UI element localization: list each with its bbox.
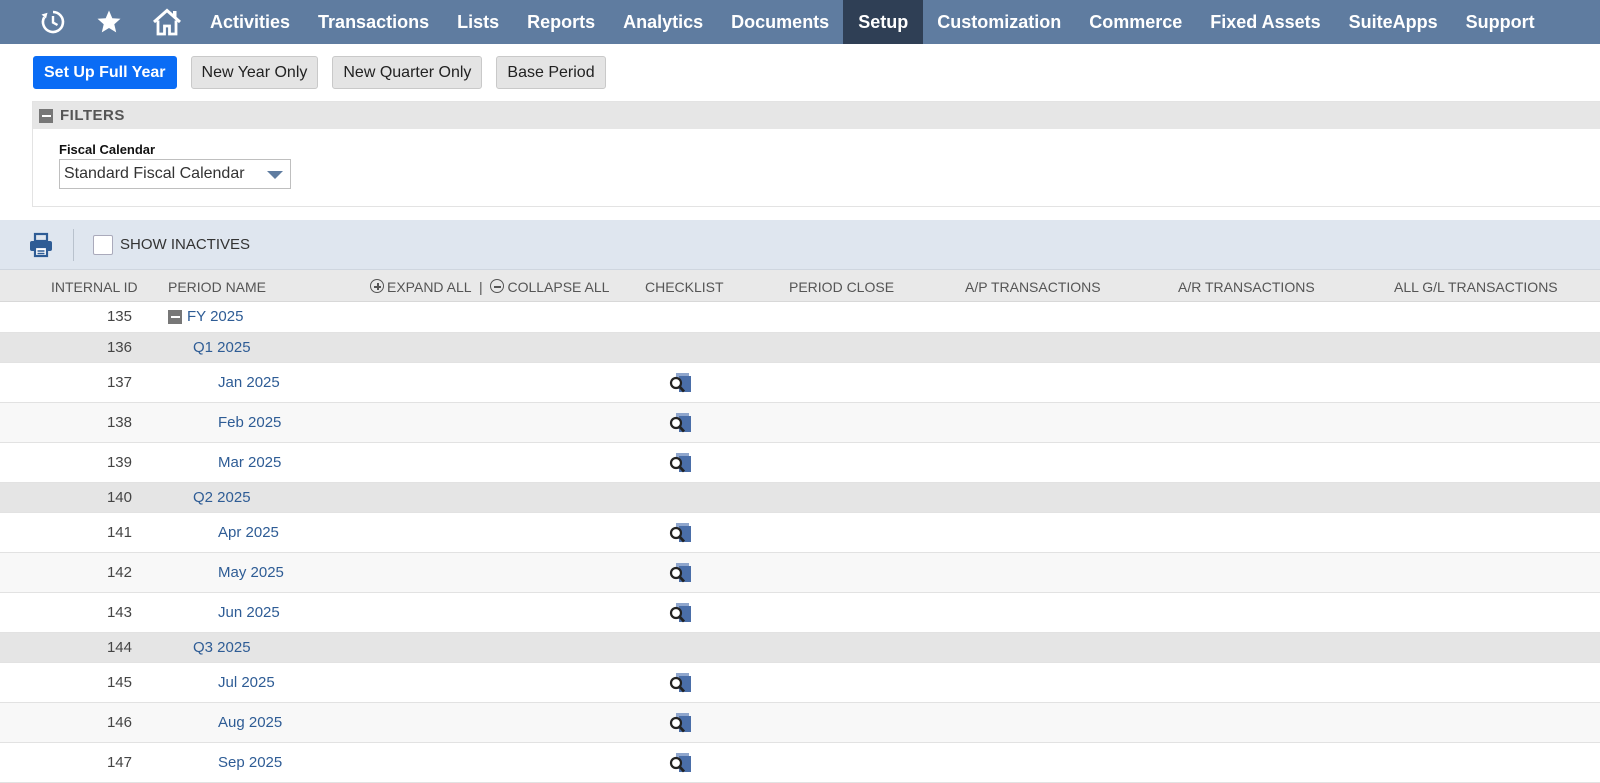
- checklist-icon[interactable]: [668, 602, 692, 624]
- internal-id: 141: [106, 524, 132, 541]
- checklist-icon[interactable]: [668, 522, 692, 544]
- home-icon[interactable]: [138, 0, 196, 44]
- col-internal-id[interactable]: INTERNAL ID: [51, 279, 138, 295]
- action-button-bar: Set Up Full Year New Year Only New Quart…: [33, 56, 606, 89]
- col-checklist[interactable]: CHECKLIST: [645, 279, 724, 295]
- collapse-minus-icon[interactable]: [39, 108, 53, 123]
- nav-customization[interactable]: Customization: [923, 0, 1075, 44]
- col-ap-transactions[interactable]: A/P TRANSACTIONS: [965, 279, 1101, 295]
- internal-id: 145: [106, 674, 132, 691]
- period-name-text[interactable]: FY 2025: [187, 308, 243, 325]
- internal-id: 136: [106, 339, 132, 356]
- period-name-link[interactable]: Aug 2025: [218, 714, 282, 731]
- internal-id: 137: [106, 374, 132, 391]
- period-name-link[interactable]: May 2025: [218, 564, 284, 581]
- expand-collapse-separator: |: [478, 279, 483, 295]
- period-name-link[interactable]: Mar 2025: [218, 454, 281, 471]
- show-inactives-label: SHOW INACTIVES: [120, 236, 251, 253]
- table-row: 147 Sep 2025: [0, 743, 1600, 783]
- nav-analytics[interactable]: Analytics: [609, 0, 717, 44]
- checklist-icon[interactable]: [668, 452, 692, 474]
- period-name-link[interactable]: Jun 2025: [218, 604, 280, 621]
- print-icon[interactable]: [28, 232, 54, 258]
- table-row: 143 Jun 2025: [0, 593, 1600, 633]
- base-period-button[interactable]: Base Period: [496, 56, 606, 89]
- collapse-minus-circle-icon[interactable]: [490, 279, 505, 293]
- collapse-all-link[interactable]: COLLAPSE ALL: [507, 279, 609, 295]
- nav-reports[interactable]: Reports: [513, 0, 609, 44]
- nav-setup[interactable]: Setup: [843, 0, 924, 44]
- table-row: 138 Feb 2025: [0, 403, 1600, 443]
- table-row: 144 Q3 2025: [0, 633, 1600, 663]
- filters-header[interactable]: FILTERS: [33, 102, 1600, 129]
- table-row: 137 Jan 2025: [0, 363, 1600, 403]
- period-name-link[interactable]: Feb 2025: [218, 414, 281, 431]
- recent-history-icon[interactable]: [26, 0, 80, 44]
- favorites-star-icon[interactable]: [80, 0, 138, 44]
- internal-id: 139: [106, 454, 132, 471]
- table-row: 141 Apr 2025: [0, 513, 1600, 553]
- internal-id: 138: [106, 414, 132, 431]
- table-row: 139 Mar 2025: [0, 443, 1600, 483]
- period-name-link[interactable]: Jul 2025: [218, 674, 275, 691]
- internal-id: 140: [106, 489, 132, 506]
- expand-collapse-controls: EXPAND ALL | COLLAPSE ALL: [370, 279, 609, 295]
- col-ar-transactions[interactable]: A/R TRANSACTIONS: [1178, 279, 1315, 295]
- period-name-link[interactable]: Q1 2025: [193, 339, 251, 356]
- internal-id: 146: [106, 714, 132, 731]
- checklist-icon[interactable]: [668, 412, 692, 434]
- new-year-only-button[interactable]: New Year Only: [190, 56, 319, 89]
- period-name-link[interactable]: Sep 2025: [218, 754, 282, 771]
- toolbar-divider: [73, 228, 74, 261]
- period-name-link[interactable]: Q2 2025: [193, 489, 251, 506]
- list-toolbar: SHOW INACTIVES: [0, 220, 1600, 270]
- internal-id: 144: [106, 639, 132, 656]
- col-period-close[interactable]: PERIOD CLOSE: [789, 279, 894, 295]
- table-header: INTERNAL ID PERIOD NAME EXPAND ALL | COL…: [0, 270, 1600, 302]
- checklist-icon[interactable]: [668, 672, 692, 694]
- nav-documents[interactable]: Documents: [717, 0, 843, 44]
- expand-plus-icon[interactable]: [370, 279, 384, 293]
- period-name-link[interactable]: Apr 2025: [218, 524, 279, 541]
- top-nav: Activities Transactions Lists Reports An…: [0, 0, 1600, 44]
- checklist-icon[interactable]: [668, 752, 692, 774]
- internal-id: 135: [106, 308, 132, 325]
- period-list: 135 FY 2025 136 Q1 2025 137 Jan 2025 138…: [0, 302, 1600, 783]
- filters-title: FILTERS: [60, 107, 125, 124]
- expand-all-link[interactable]: EXPAND ALL: [387, 279, 471, 295]
- col-all-gl-transactions[interactable]: ALL G/L TRANSACTIONS: [1394, 279, 1558, 295]
- table-row: 145 Jul 2025: [0, 663, 1600, 703]
- nav-transactions[interactable]: Transactions: [304, 0, 443, 44]
- checklist-icon[interactable]: [668, 712, 692, 734]
- period-name-link[interactable]: Jan 2025: [218, 374, 280, 391]
- internal-id: 147: [106, 754, 132, 771]
- nav-activities[interactable]: Activities: [196, 0, 304, 44]
- checklist-icon[interactable]: [668, 562, 692, 584]
- dropdown-arrow-icon[interactable]: [267, 171, 283, 179]
- nav-fixed-assets[interactable]: Fixed Assets: [1196, 0, 1334, 44]
- period-name-link[interactable]: Q3 2025: [193, 639, 251, 656]
- nav-lists[interactable]: Lists: [443, 0, 513, 44]
- fiscal-calendar-label: Fiscal Calendar: [59, 142, 156, 157]
- table-row: 146 Aug 2025: [0, 703, 1600, 743]
- table-row: 135 FY 2025: [0, 302, 1600, 333]
- period-name-link[interactable]: FY 2025: [168, 308, 243, 325]
- table-row: 136 Q1 2025: [0, 333, 1600, 363]
- internal-id: 142: [106, 564, 132, 581]
- show-inactives-checkbox[interactable]: [93, 234, 113, 255]
- fiscal-calendar-select[interactable]: Standard Fiscal Calendar: [59, 159, 291, 189]
- set-up-full-year-button[interactable]: Set Up Full Year: [33, 56, 177, 89]
- collapse-row-icon[interactable]: [168, 309, 182, 324]
- new-quarter-only-button[interactable]: New Quarter Only: [332, 56, 483, 89]
- checklist-icon[interactable]: [668, 372, 692, 394]
- nav-commerce[interactable]: Commerce: [1075, 0, 1196, 44]
- filters-panel: FILTERS Fiscal Calendar Standard Fiscal …: [32, 101, 1600, 207]
- table-row: 140 Q2 2025: [0, 483, 1600, 513]
- internal-id: 143: [106, 604, 132, 621]
- fiscal-calendar-value: Standard Fiscal Calendar: [64, 165, 245, 182]
- nav-suiteapps[interactable]: SuiteApps: [1335, 0, 1452, 44]
- nav-support[interactable]: Support: [1452, 0, 1549, 44]
- table-row: 142 May 2025: [0, 553, 1600, 593]
- col-period-name[interactable]: PERIOD NAME: [168, 279, 266, 295]
